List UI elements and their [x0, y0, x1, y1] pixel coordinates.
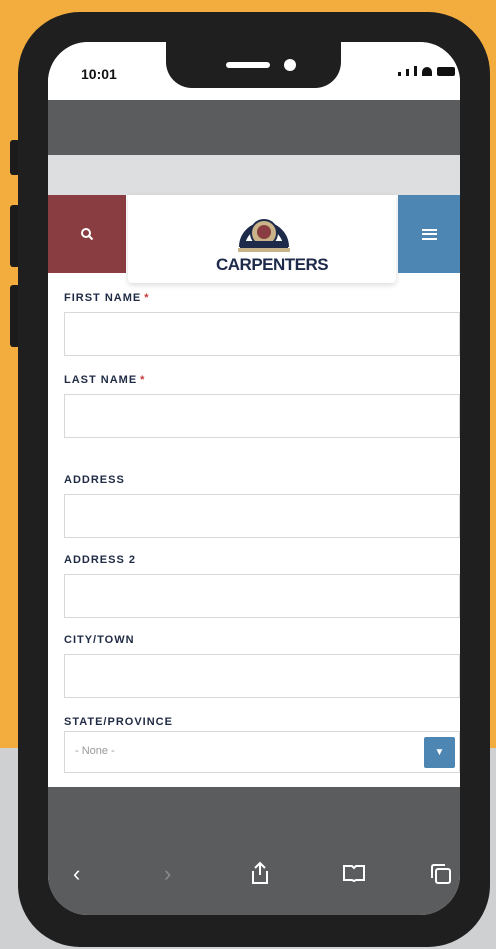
- signal-icon: [414, 66, 417, 76]
- city-town-input[interactable]: [64, 654, 460, 698]
- site-logo[interactable]: CARPENTERS: [128, 195, 396, 283]
- first-name-label: FIRST NAME: [64, 292, 142, 304]
- state-province-label: STATE/PROVINCE: [64, 716, 173, 728]
- wifi-icon: [422, 67, 432, 76]
- phone-frame: 10:01 CARPENTERS FIRST NAME * LAST NAME …: [18, 12, 490, 947]
- forward-icon[interactable]: ›: [164, 861, 171, 887]
- share-icon[interactable]: [250, 861, 270, 885]
- signal-icon: [398, 72, 401, 76]
- phone-notch: [166, 42, 341, 88]
- required-marker: *: [140, 374, 146, 386]
- state-province-field: STATE/PROVINCE - None - ▼: [64, 716, 460, 773]
- tabs-icon[interactable]: [430, 863, 452, 885]
- city-town-field: CITY/TOWN: [64, 634, 460, 698]
- browser-toolbar: ‹ ›: [48, 847, 460, 915]
- phone-screen: 10:01 CARPENTERS FIRST NAME * LAST NAME …: [48, 42, 460, 915]
- status-icons: [398, 66, 455, 76]
- search-icon: [81, 228, 94, 241]
- state-province-select[interactable]: - None - ▼: [64, 731, 460, 773]
- signal-icon: [406, 69, 409, 76]
- address-input[interactable]: [64, 494, 460, 538]
- site-header: CARPENTERS: [48, 195, 460, 283]
- logo-wordmark: CARPENTERS: [216, 255, 329, 274]
- last-name-label: LAST NAME: [64, 374, 138, 386]
- browser-bottom-area: [48, 787, 460, 847]
- bookmarks-icon[interactable]: [342, 864, 366, 882]
- last-name-field: LAST NAME *: [64, 374, 460, 438]
- first-name-field: FIRST NAME *: [64, 292, 460, 356]
- required-marker: *: [144, 292, 150, 304]
- city-town-label: CITY/TOWN: [64, 634, 135, 646]
- first-name-input[interactable]: [64, 312, 460, 356]
- status-time: 10:01: [81, 66, 117, 82]
- camera-icon: [284, 59, 296, 71]
- back-icon[interactable]: ‹: [73, 861, 80, 887]
- menu-button[interactable]: [398, 195, 460, 273]
- address-2-input[interactable]: [64, 574, 460, 618]
- address-label: ADDRESS: [64, 474, 125, 486]
- address-field: ADDRESS: [64, 474, 460, 538]
- speaker-grille: [226, 62, 270, 68]
- page-top-strip: [48, 155, 460, 195]
- browser-address-area: [48, 100, 460, 155]
- address-2-field: ADDRESS 2: [64, 554, 460, 618]
- hamburger-menu-icon: [421, 228, 437, 240]
- last-name-input[interactable]: [64, 394, 460, 438]
- battery-icon: [437, 67, 455, 76]
- carpenters-emblem-icon: [238, 219, 290, 252]
- state-province-value: - None -: [75, 745, 115, 757]
- chevron-down-icon[interactable]: ▼: [424, 737, 455, 768]
- search-button[interactable]: [48, 195, 126, 273]
- address-2-label: ADDRESS 2: [64, 554, 136, 566]
